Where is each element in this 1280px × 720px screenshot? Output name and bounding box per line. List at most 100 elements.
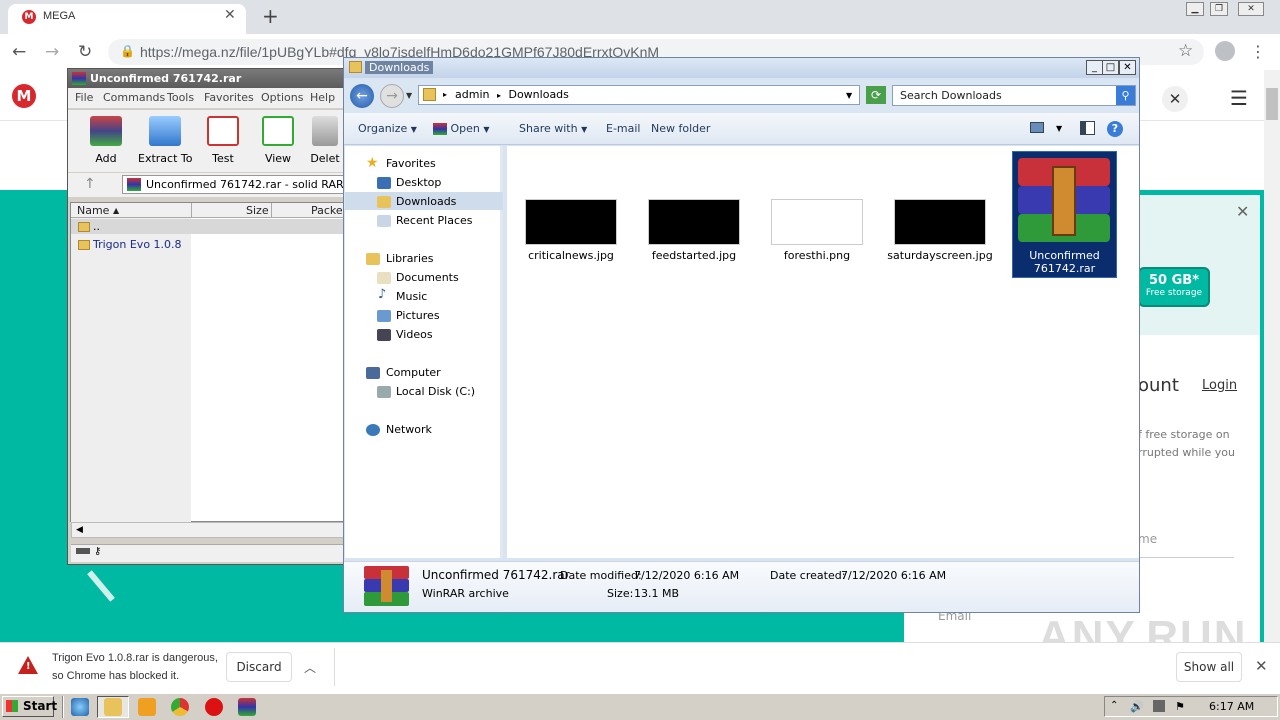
nav-documents[interactable]: Documents [396, 271, 459, 284]
file-name[interactable]: feedstarted.jpg [634, 249, 754, 262]
nav-desktop[interactable]: Desktop [396, 176, 441, 189]
winrar-title: Unconfirmed 761742.rar [90, 72, 242, 85]
horizontal-scrollbar[interactable] [71, 522, 356, 538]
discard-button[interactable]: Discard [226, 652, 292, 682]
extract-to-button[interactable]: Extract To [138, 116, 192, 165]
download-bar-close-icon[interactable]: ✕ [1255, 657, 1268, 675]
share-with-button[interactable]: Share with ▼ [519, 122, 587, 135]
back-arrow-icon[interactable]: ← [350, 84, 374, 108]
nav-favorites[interactable]: Favorites [386, 157, 436, 170]
open-button[interactable]: Open ▼ [433, 122, 490, 135]
forward-arrow-icon[interactable]: → [45, 42, 59, 62]
file-name[interactable]: foresthi.png [757, 249, 877, 262]
scrollbar-thumb[interactable] [1266, 88, 1278, 120]
history-dropdown-icon[interactable]: ▼ [406, 91, 412, 100]
up-folder-icon[interactable]: ↑ [84, 176, 96, 192]
nav-local-disk[interactable]: Local Disk (C:) [396, 385, 475, 398]
lock-icon[interactable]: 🔒 [120, 44, 135, 58]
view-button[interactable]: View [251, 116, 305, 165]
nav-recent-places[interactable]: Recent Places [396, 214, 473, 227]
nav-libraries[interactable]: Libraries [386, 252, 434, 265]
close-button[interactable]: ✕ [1119, 60, 1136, 75]
menu-commands[interactable]: Commands [103, 91, 165, 104]
close-window-button[interactable]: ✕ [1238, 2, 1264, 16]
nav-videos[interactable]: Videos [396, 328, 433, 341]
nav-downloads[interactable]: Downloads [396, 195, 456, 208]
breadcrumb-item[interactable]: admin [455, 88, 489, 101]
menu-file[interactable]: File [75, 91, 93, 104]
table-row[interactable] [71, 219, 356, 234]
chevron-down-icon[interactable]: ▼ [1056, 124, 1062, 133]
folder-icon [78, 240, 90, 250]
tab-close-icon[interactable]: ✕ [224, 7, 236, 23]
image-thumbnail[interactable] [525, 199, 617, 245]
panel-close-icon[interactable]: ✕ [1236, 202, 1249, 221]
menu-tools[interactable]: Tools [167, 91, 194, 104]
chevron-up-icon[interactable]: ︿ [304, 659, 316, 676]
add-button[interactable]: Add [79, 116, 133, 165]
organize-button[interactable]: Organize ▼ [358, 122, 417, 135]
login-link[interactable]: Login [1202, 378, 1237, 393]
nav-computer[interactable]: Computer [386, 366, 441, 379]
search-icon[interactable]: ⚲ [1116, 86, 1135, 105]
chrome-icon[interactable] [171, 698, 189, 716]
view-options-icon[interactable] [1030, 122, 1044, 133]
nav-music[interactable]: Music [396, 290, 427, 303]
file-name[interactable]: saturdayscreen.jpg [880, 249, 1000, 262]
chevron-right-icon[interactable]: ▸ [443, 90, 447, 99]
test-button[interactable]: Test [196, 116, 250, 165]
winrar-taskbar-icon[interactable] [238, 698, 256, 716]
nav-pictures[interactable]: Pictures [396, 309, 440, 322]
file-name[interactable]: criticalnews.jpg [511, 249, 631, 262]
image-thumbnail[interactable] [771, 199, 863, 245]
help-icon[interactable]: ? [1107, 121, 1123, 137]
profile-avatar-icon[interactable] [1215, 41, 1235, 61]
clock[interactable]: 6:17 AM [1209, 700, 1254, 713]
menu-help[interactable]: Help [310, 91, 335, 104]
preview-pane-icon[interactable] [1080, 121, 1095, 135]
new-folder-button[interactable]: New folder [651, 122, 710, 135]
scroll-left-icon[interactable]: ◀ [76, 525, 83, 535]
name-field[interactable]: me [1138, 532, 1157, 546]
restore-button[interactable]: ❐ [1210, 2, 1228, 16]
back-arrow-icon[interactable]: ← [12, 42, 26, 62]
winrar-archive-icon [1018, 158, 1110, 242]
show-all-button[interactable]: Show all [1176, 652, 1242, 682]
opera-icon[interactable] [205, 698, 223, 716]
tray-expand-icon[interactable]: ⌃ [1110, 700, 1122, 712]
signup-description: rrupted while you [1138, 446, 1235, 459]
forward-arrow-icon[interactable]: → [380, 84, 404, 108]
menu-options[interactable]: Options [261, 91, 303, 104]
action-center-flag-icon[interactable]: ⚑ [1175, 700, 1187, 713]
mega-close-icon[interactable]: ✕ [1162, 86, 1188, 112]
mega-logo-icon[interactable]: M [12, 84, 36, 108]
delete-button[interactable]: Delet [305, 116, 345, 165]
media-player-icon[interactable] [138, 698, 156, 716]
address-dropdown-icon[interactable]: ▼ [846, 91, 852, 100]
bookmark-star-icon[interactable]: ☆ [1178, 41, 1193, 61]
new-tab-button[interactable]: + [262, 4, 279, 28]
page-scrollbar[interactable] [1264, 70, 1280, 642]
maximize-button[interactable]: □ [1102, 60, 1119, 75]
email-button[interactable]: E-mail [606, 122, 641, 135]
volume-icon[interactable]: 🔊 [1130, 700, 1144, 713]
explorer-folder-icon[interactable] [104, 698, 122, 716]
column-size[interactable]: Size [246, 204, 269, 217]
network-tray-icon[interactable] [1153, 700, 1165, 712]
minimize-button[interactable]: ▁ [1186, 2, 1204, 16]
breadcrumb-item[interactable]: Downloads [508, 88, 568, 101]
refresh-icon[interactable]: ⟳ [866, 86, 886, 104]
image-thumbnail[interactable] [894, 199, 986, 245]
chevron-right-icon[interactable]: ▸ [497, 91, 501, 100]
menu-favorites[interactable]: Favorites [204, 91, 254, 104]
column-name[interactable]: Name [77, 204, 109, 217]
minimize-button[interactable]: _ [1086, 60, 1103, 75]
ie-icon[interactable] [71, 698, 89, 716]
reload-icon[interactable]: ↻ [78, 42, 92, 62]
chrome-menu-icon[interactable]: ⋮ [1250, 42, 1266, 61]
image-thumbnail[interactable] [648, 199, 740, 245]
explorer-titlebar[interactable] [344, 58, 1139, 78]
hamburger-menu-icon[interactable]: ☰ [1230, 86, 1248, 110]
nav-network[interactable]: Network [386, 423, 432, 436]
row-name[interactable]: Trigon Evo 1.0.8 [93, 238, 182, 251]
